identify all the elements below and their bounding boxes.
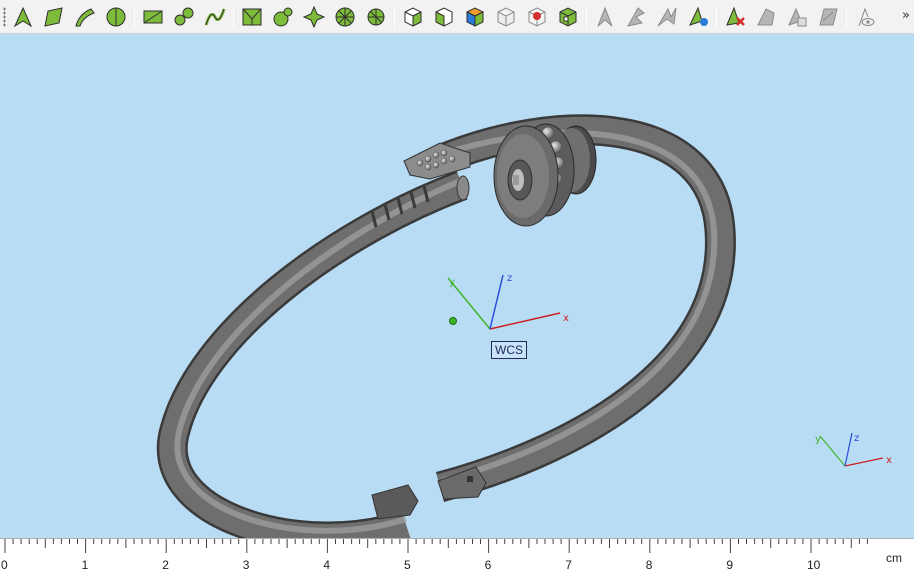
main-toolbar: » bbox=[0, 0, 914, 34]
cube-color-button[interactable] bbox=[461, 3, 489, 31]
arrow-split-disabled-button[interactable] bbox=[622, 3, 650, 31]
sketch-revolve-button[interactable] bbox=[102, 3, 130, 31]
cube-red-icon bbox=[528, 7, 546, 27]
pipe-icon bbox=[174, 7, 194, 26]
cube-green-icon bbox=[559, 7, 577, 27]
bracelet-tube-model[interactable] bbox=[156, 114, 736, 538]
ruler-tick-label: 2 bbox=[162, 558, 169, 572]
wheel-icon bbox=[335, 7, 355, 27]
ruler-unit-label: cm bbox=[886, 551, 902, 565]
corner-orientation-axes[interactable]: x y z bbox=[815, 432, 892, 467]
arrow-disabled-icon bbox=[597, 6, 613, 27]
sketch-face-button[interactable] bbox=[40, 3, 68, 31]
corner-x-label: x bbox=[886, 455, 892, 466]
toolbar-separator bbox=[394, 6, 395, 28]
spoke-button[interactable] bbox=[362, 3, 390, 31]
ruler-tick-label: 10 bbox=[807, 558, 821, 572]
rectangle-face-button[interactable] bbox=[139, 3, 167, 31]
pattern-icon bbox=[302, 5, 326, 29]
wcs-y-label: y bbox=[449, 277, 455, 288]
ruler-tick-label: 9 bbox=[726, 558, 734, 572]
cube-wire-button[interactable] bbox=[492, 3, 520, 31]
panel-disabled-button[interactable] bbox=[814, 3, 842, 31]
3d-viewport[interactable]: x y z x y z WCS bbox=[0, 35, 914, 538]
wheel-button[interactable] bbox=[331, 3, 359, 31]
prism-disabled-button[interactable] bbox=[752, 3, 780, 31]
wcs-x-label: x bbox=[563, 313, 569, 324]
corner-z-label: z bbox=[854, 433, 859, 444]
sketch-vertex-button[interactable] bbox=[9, 3, 37, 31]
wcs-z-label: z bbox=[507, 273, 512, 284]
spoke-icon bbox=[367, 8, 385, 26]
ruler-tick-label: 7 bbox=[565, 558, 572, 572]
rectangle-face-icon bbox=[143, 10, 163, 24]
origin-point-marker[interactable] bbox=[449, 317, 457, 325]
arrow-refresh-icon bbox=[689, 6, 708, 26]
cube-red-button[interactable] bbox=[523, 3, 551, 31]
eye-disabled-icon bbox=[858, 7, 875, 27]
cube-view-button[interactable] bbox=[399, 3, 427, 31]
pipe-button[interactable] bbox=[170, 3, 198, 31]
cube-green-button[interactable] bbox=[554, 3, 582, 31]
cube-color-icon bbox=[465, 7, 485, 27]
copy-disabled-icon bbox=[788, 7, 807, 27]
toolbar-separator bbox=[134, 6, 135, 28]
split-icon bbox=[273, 7, 293, 27]
wcs-label: WCS bbox=[491, 341, 527, 359]
toolbar-overflow-button[interactable]: » bbox=[902, 8, 910, 23]
cube-front-icon bbox=[435, 7, 453, 27]
pattern-button[interactable] bbox=[300, 3, 328, 31]
ruler-tick-label: 8 bbox=[645, 558, 653, 572]
corner-y-label: y bbox=[815, 434, 821, 445]
toolbar-separator bbox=[586, 6, 587, 28]
scene-canvas[interactable]: x y z x y z bbox=[0, 35, 914, 538]
ruler-tick-label: 3 bbox=[242, 558, 250, 572]
cube-front-button[interactable] bbox=[430, 3, 458, 31]
arrow-refresh-button[interactable] bbox=[684, 3, 712, 31]
delete-red-x-button[interactable] bbox=[721, 3, 749, 31]
ruler-tick-label: 5 bbox=[404, 558, 411, 572]
prism-disabled-icon bbox=[757, 8, 775, 26]
cube-view-icon bbox=[404, 7, 422, 27]
cube-wire-icon bbox=[497, 7, 515, 27]
ruler-tick-label: 1 bbox=[81, 558, 89, 572]
cad-application-window: » x y z x y z WCS 0 1 2 3 4 5 6 7 8 9 10… bbox=[0, 0, 914, 574]
toolbar-grip-handle[interactable] bbox=[3, 7, 6, 27]
sketch-sweep-icon bbox=[75, 8, 95, 27]
curve-icon bbox=[204, 8, 226, 26]
toolbar-separator bbox=[233, 6, 234, 28]
wcs-axes: x y z bbox=[447, 273, 569, 330]
delete-red-x-icon bbox=[726, 6, 745, 26]
sketch-face-icon bbox=[44, 7, 63, 27]
curve-button[interactable] bbox=[201, 3, 229, 31]
arrow-disabled-button[interactable] bbox=[591, 3, 619, 31]
horizontal-ruler: 0 1 2 3 4 5 6 7 8 9 10 cm bbox=[0, 538, 914, 574]
copy-disabled-button[interactable] bbox=[783, 3, 811, 31]
ruler-tick-label: 6 bbox=[484, 558, 492, 572]
ruler-ticks bbox=[4, 539, 868, 553]
sketch-vertex-icon bbox=[13, 6, 33, 28]
arrow-split-disabled-icon bbox=[627, 7, 645, 27]
panel-disabled-icon bbox=[819, 8, 838, 26]
toolbar-separator bbox=[716, 6, 717, 28]
split-button[interactable] bbox=[269, 3, 297, 31]
ruler-tick-label: 4 bbox=[323, 558, 331, 572]
sketch-revolve-icon bbox=[106, 7, 126, 27]
bearing-assembly-model[interactable] bbox=[493, 123, 597, 227]
arrow-double-icon bbox=[657, 7, 677, 27]
arrow-double-button[interactable] bbox=[653, 3, 681, 31]
mesh-face-button[interactable] bbox=[238, 3, 266, 31]
eye-disabled-button[interactable] bbox=[851, 3, 879, 31]
toolbar-separator bbox=[846, 6, 847, 28]
sketch-sweep-button[interactable] bbox=[71, 3, 99, 31]
mesh-face-icon bbox=[242, 8, 262, 26]
ruler-tick-label: 0 bbox=[1, 558, 8, 572]
